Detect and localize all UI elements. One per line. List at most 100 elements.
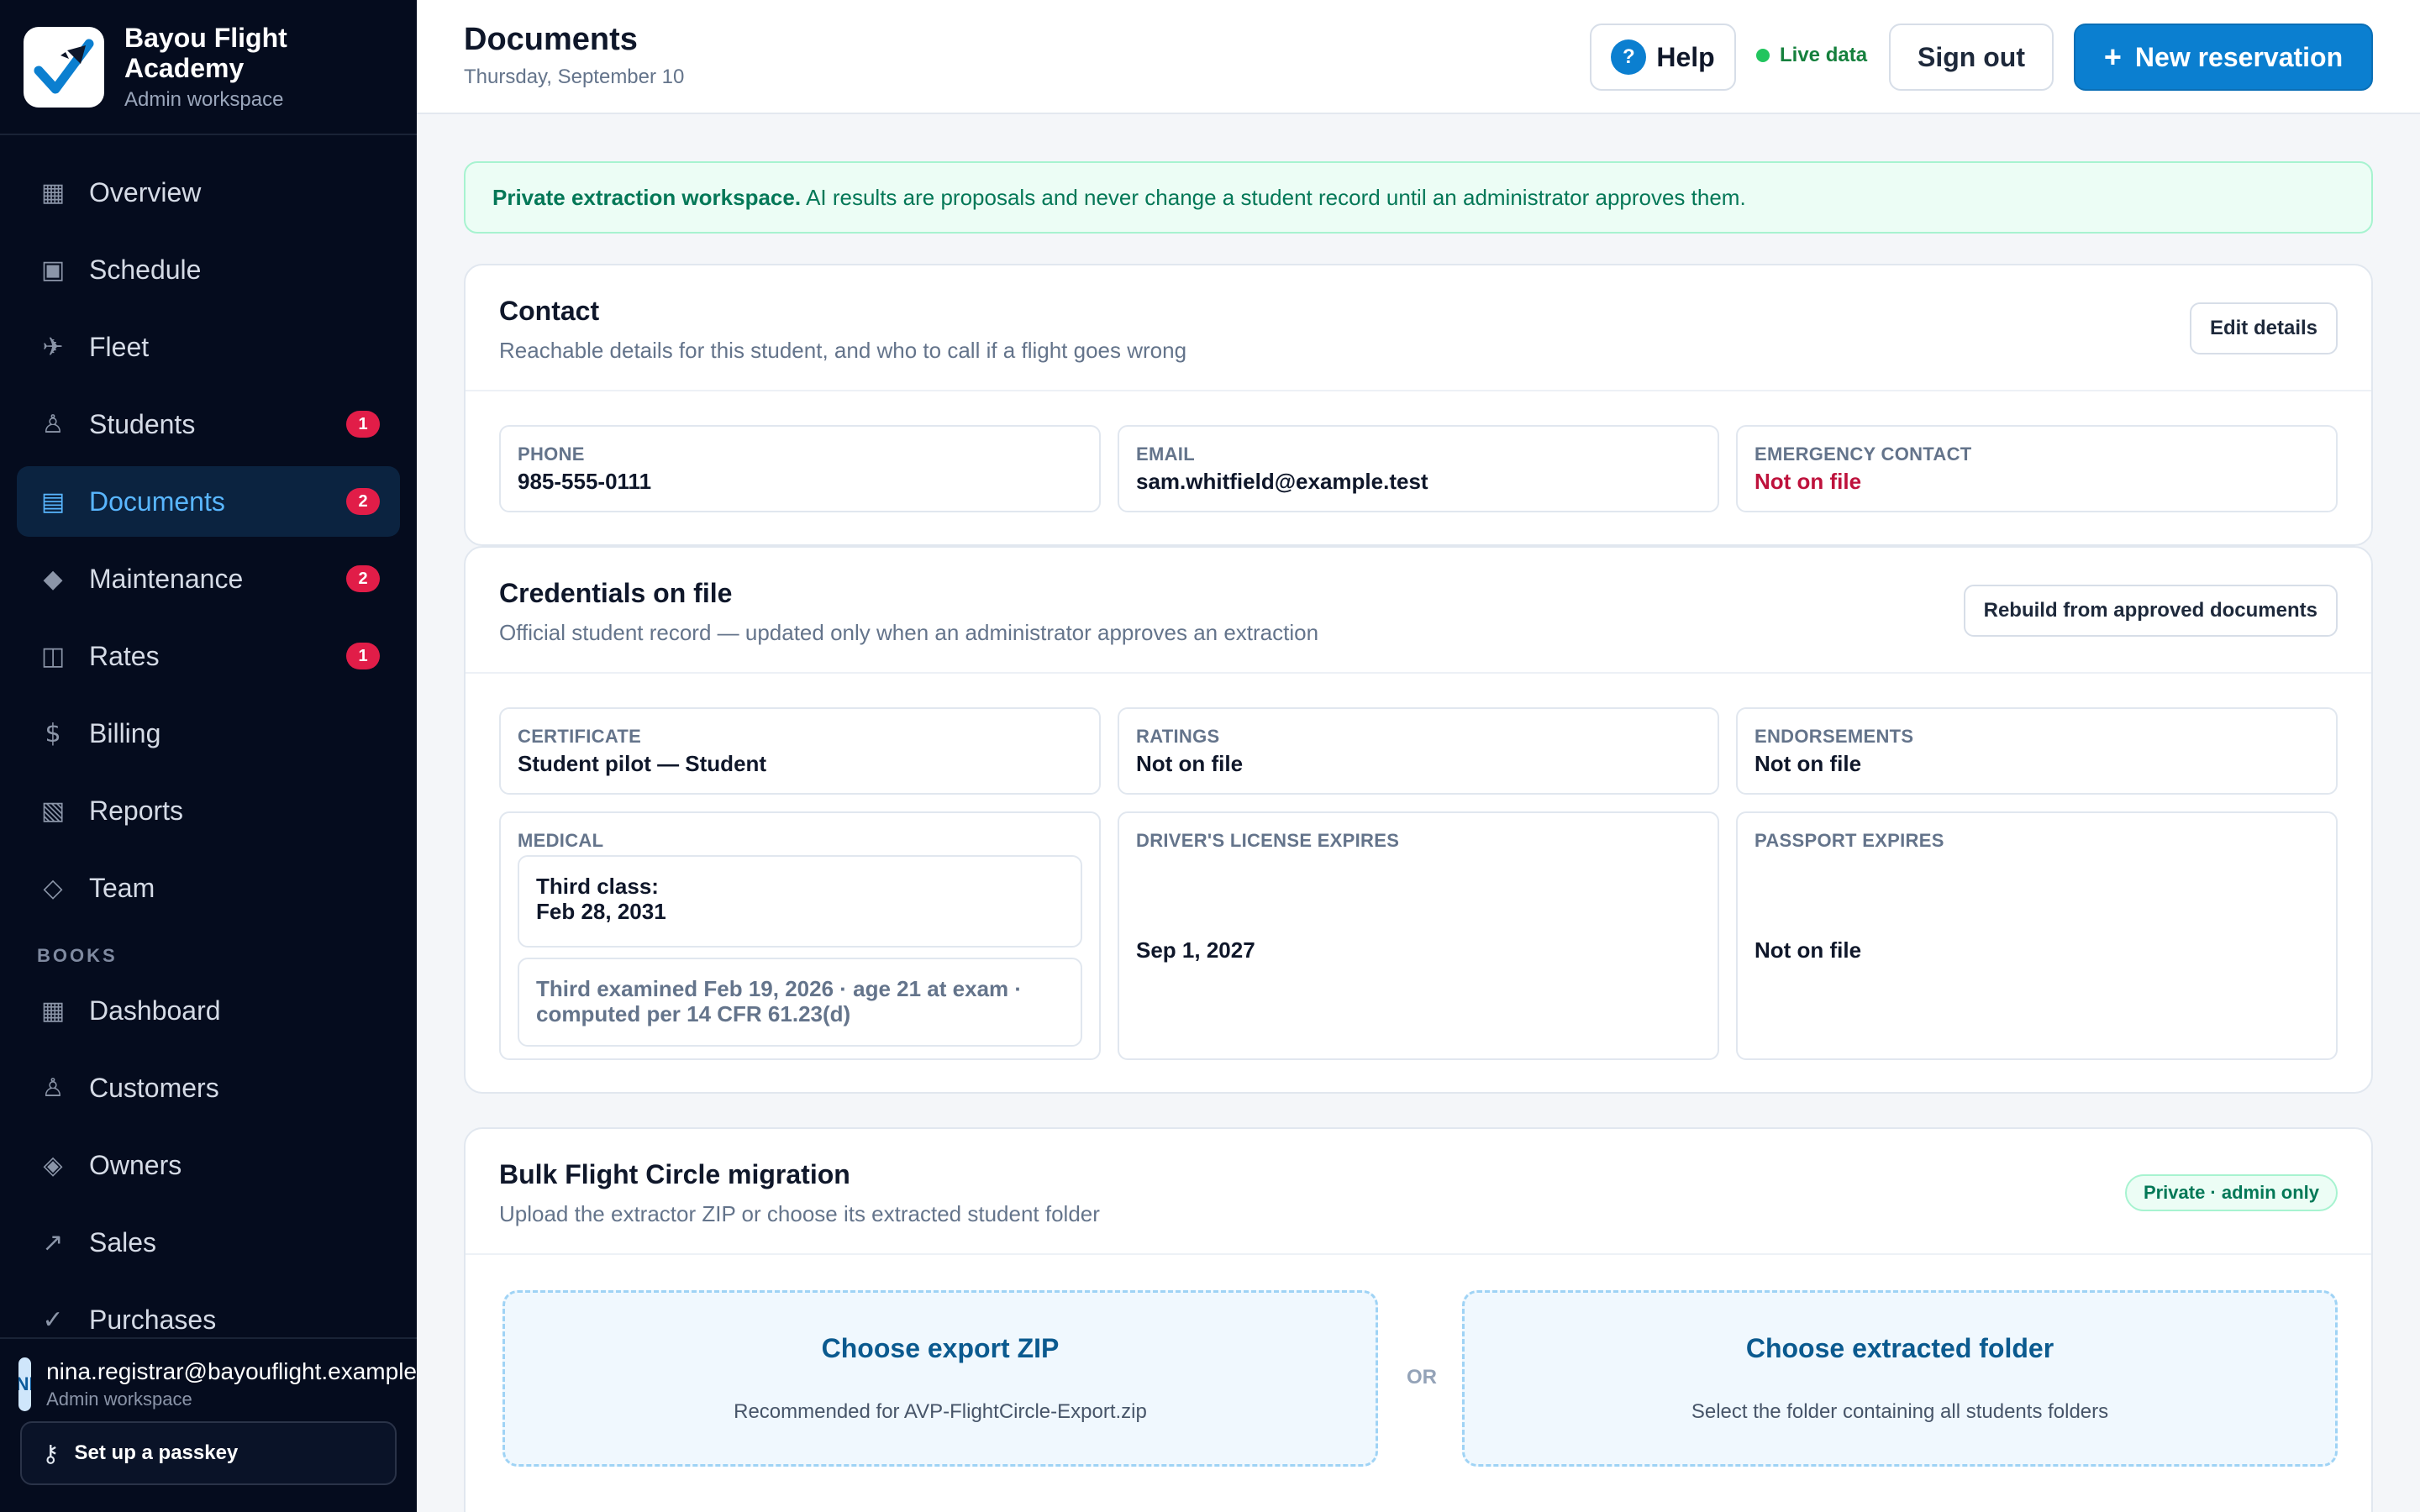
credentials-card: Credentials on file Official student rec… [464, 546, 2373, 1094]
sign-out-button[interactable]: Sign out [1889, 24, 2054, 91]
brand-subtitle: Admin workspace [124, 87, 284, 111]
help-button[interactable]: ? Help [1590, 24, 1736, 91]
edit-details-button[interactable]: Edit details [2189, 302, 2338, 354]
page-title: Documents [464, 22, 638, 57]
card-title: Bulk Flight Circle migration [499, 1159, 850, 1189]
avatar: NI [18, 1357, 32, 1411]
sidebar-item-sales[interactable]: ↗ Sales [17, 1207, 400, 1278]
grid-icon: ▦ [40, 177, 66, 207]
account-email: nina.registrar@bayouflight.example [46, 1358, 417, 1384]
field-label: PASSPORT EXPIRES [1754, 830, 1944, 851]
sidebar-item-label: Schedule [89, 254, 202, 285]
question-icon: ? [1611, 39, 1647, 75]
count-badge: 2 [346, 565, 380, 592]
nav-section-books: BOOKS [37, 945, 118, 966]
email-field: EMAIL sam.whitfield@example.test [1118, 425, 1719, 512]
field-value: Student pilot — Student [518, 751, 767, 776]
field-label: ENDORSEMENTS [1754, 726, 1914, 747]
medical-note-box: Third examined Feb 19, 2026 · age 21 at … [518, 958, 1082, 1047]
academy-logo-icon [24, 26, 104, 108]
account-row[interactable]: NI nina.registrar@bayouflight.example Ad… [0, 1339, 417, 1411]
field-label: CERTIFICATE [518, 726, 642, 747]
live-dot-icon [1756, 49, 1770, 62]
sidebar: Bayou Flight Academy Admin workspace ▦ O… [0, 0, 417, 1512]
field-label: PHONE [518, 444, 585, 465]
dollar-icon: $ [45, 718, 61, 748]
sidebar-item-label: Reports [89, 795, 184, 826]
sidebar-item-label: Overview [89, 176, 202, 207]
help-label: Help [1656, 41, 1715, 72]
sidebar-item-documents[interactable]: ▤ Documents 2 [17, 466, 400, 537]
live-data-label: Live data [1780, 44, 1868, 66]
new-reservation-button[interactable]: + New reservation [2074, 24, 2373, 91]
choose-folder-dropzone[interactable]: Choose extracted folder Select the folde… [1462, 1290, 2338, 1467]
dropzone-title: Choose export ZIP [821, 1333, 1060, 1363]
field-value: sam.whitfield@example.test [1136, 469, 1428, 494]
field-label: EMERGENCY CONTACT [1754, 444, 1972, 465]
emergency-contact-field: EMERGENCY CONTACT Not on file [1736, 425, 2338, 512]
account-panel: NI nina.registrar@bayouflight.example Ad… [0, 1337, 417, 1512]
dropzone-title: Choose extracted folder [1745, 1333, 2054, 1363]
sidebar-item-fleet[interactable]: ✈ Fleet [17, 312, 400, 382]
medical-field: MEDICAL Third class: Feb 28, 2031 Third … [499, 811, 1101, 1060]
card-title: Contact [499, 296, 600, 326]
sidebar-item-label: Maintenance [89, 563, 244, 594]
wrench-icon: ◆ [43, 564, 63, 594]
sidebar-nav: ▦ Overview ▣ Schedule ✈ Fleet ♙ Students… [0, 135, 417, 1355]
sidebar-item-reports[interactable]: ▧ Reports [17, 775, 400, 846]
diamond-icon: ◈ [43, 1150, 63, 1180]
sidebar-item-maintenance[interactable]: ◆ Maintenance 2 [17, 543, 400, 614]
migration-card: Bulk Flight Circle migration Upload the … [464, 1127, 2373, 1512]
rebuild-button[interactable]: Rebuild from approved documents [1963, 585, 2338, 637]
page-date: Thursday, September 10 [464, 66, 685, 88]
sidebar-item-label: Customers [89, 1072, 219, 1103]
sidebar-item-team[interactable]: ◇ Team [17, 853, 400, 923]
sidebar-item-label: Purchases [89, 1304, 217, 1335]
sidebar-item-customers[interactable]: ♙ Customers [17, 1053, 400, 1123]
card-subtitle: Upload the extractor ZIP or choose its e… [499, 1201, 1100, 1226]
count-badge: 1 [346, 643, 380, 669]
brand[interactable]: Bayou Flight Academy Admin workspace [0, 0, 417, 135]
medical-class: Third class: [536, 874, 659, 899]
card-subtitle: Reachable details for this student, and … [499, 338, 1187, 363]
sidebar-item-label: Billing [89, 717, 161, 748]
notice-bold: Private extraction workspace. [492, 184, 802, 210]
live-data-indicator: Live data [1756, 44, 1867, 67]
chart-icon: ▧ [40, 795, 66, 826]
choose-zip-dropzone[interactable]: Choose export ZIP Recommended for AVP-Fl… [502, 1290, 1378, 1467]
or-divider: OR [1407, 1366, 1437, 1389]
setup-passkey-button[interactable]: ⚷ Set up a passkey [20, 1421, 397, 1485]
endorsements-field: ENDORSEMENTS Not on file [1736, 707, 2338, 795]
medical-status-box: Third class: Feb 28, 2031 [518, 855, 1082, 948]
team-icon: ◇ [43, 873, 63, 903]
plane-icon: ✈ [42, 332, 64, 362]
setup-passkey-label: Set up a passkey [74, 1441, 239, 1464]
sidebar-item-label: Documents [89, 486, 225, 517]
sidebar-item-label: Rates [89, 640, 160, 671]
sidebar-item-schedule[interactable]: ▣ Schedule [17, 234, 400, 305]
sidebar-item-dashboard[interactable]: ▦ Dashboard [17, 975, 400, 1046]
rates-icon: ◫ [40, 641, 66, 671]
dropzone-subtitle: Recommended for AVP-FlightCircle-Export.… [734, 1400, 1147, 1423]
field-value: Not on file [1754, 469, 1862, 494]
sidebar-item-label: Owners [89, 1149, 182, 1180]
field-label: RATINGS [1136, 726, 1220, 747]
document-icon: ▤ [40, 486, 66, 517]
person-icon: ♙ [41, 409, 65, 439]
medical-expiry: Feb 28, 2031 [536, 899, 666, 924]
account-role: Admin workspace [46, 1389, 192, 1410]
sidebar-item-rates[interactable]: ◫ Rates 1 [17, 621, 400, 691]
card-subtitle: Official student record — updated only w… [499, 620, 1319, 645]
sidebar-item-billing[interactable]: $ Billing [17, 698, 400, 769]
field-value: Not on file [1754, 937, 1862, 963]
phone-field: PHONE 985-555-0111 [499, 425, 1101, 512]
sidebar-item-students[interactable]: ♙ Students 1 [17, 389, 400, 459]
ratings-field: RATINGS Not on file [1118, 707, 1719, 795]
sidebar-item-overview[interactable]: ▦ Overview [17, 157, 400, 228]
new-reservation-label: New reservation [2134, 41, 2344, 72]
card-title: Credentials on file [499, 578, 733, 608]
key-icon: ⚷ [42, 1439, 60, 1467]
field-label: EMAIL [1136, 444, 1195, 465]
sidebar-item-owners[interactable]: ◈ Owners [17, 1130, 400, 1200]
trend-up-icon: ↗ [42, 1227, 64, 1257]
